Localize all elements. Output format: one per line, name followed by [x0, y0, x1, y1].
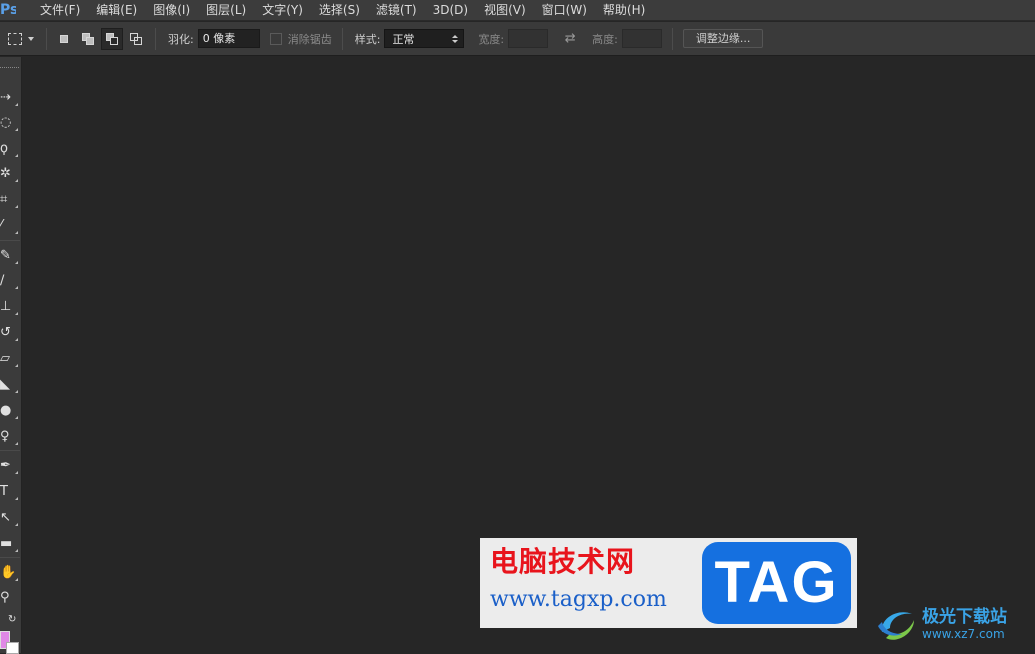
history-brush-tool-icon[interactable]: ↺	[0, 322, 20, 344]
options-bar: 羽化: 0 像素 消除锯齿 样式: 正常 宽度: ⇄ 高度: 调整边缘...	[0, 22, 1035, 56]
new-selection-button[interactable]	[53, 28, 75, 50]
eraser-tool-icon[interactable]: ▱	[0, 348, 20, 370]
tool-preset-picker[interactable]	[8, 27, 40, 51]
menu-help[interactable]: 帮助(H)	[595, 0, 653, 21]
magic-wand-tool-icon[interactable]: ✲	[0, 163, 20, 185]
pen-tool-icon[interactable]: ✒	[0, 455, 20, 477]
watermark-text: 电脑技术网 www.tagxp.com	[480, 538, 700, 628]
background-color-swatch[interactable]	[6, 642, 19, 654]
healing-brush-tool-icon[interactable]: ✎	[0, 245, 20, 267]
intersect-selection-button[interactable]	[125, 28, 147, 50]
width-input[interactable]	[508, 29, 549, 48]
eyedropper-tool-icon[interactable]: ⁄	[0, 215, 20, 237]
menu-filter[interactable]: 滤镜(T)	[368, 0, 425, 21]
new-selection-icon	[58, 33, 70, 45]
menu-image[interactable]: 图像(I)	[145, 0, 198, 21]
aurora-swirl-icon	[878, 612, 914, 640]
move-tool-icon[interactable]: ⇢	[0, 87, 20, 109]
style-select[interactable]: 正常	[384, 29, 465, 48]
antialias-checkbox[interactable]	[269, 32, 282, 45]
clone-stamp-tool-icon[interactable]: ⊥	[0, 296, 20, 318]
divider	[46, 27, 47, 50]
chevron-down-icon	[28, 36, 34, 41]
marquee-tool-icon[interactable]: ◌	[0, 112, 20, 134]
swap-colors-icon[interactable]: ↻	[0, 609, 20, 631]
lasso-tool-icon[interactable]: ϙ	[0, 138, 20, 160]
intersect-selection-icon	[130, 32, 142, 45]
crop-tool-icon[interactable]: ⌗	[0, 189, 20, 211]
zoom-tool-icon[interactable]: ⚲	[0, 587, 20, 609]
refine-edge-button[interactable]: 调整边缘...	[682, 29, 764, 48]
hand-tool-icon[interactable]: ✋	[0, 562, 20, 584]
menu-layer[interactable]: 图层(L)	[198, 0, 254, 21]
type-tool-icon[interactable]: T	[0, 481, 20, 503]
add-to-selection-button[interactable]	[77, 28, 99, 50]
watermark-cn-title: 电脑技术网	[490, 545, 636, 578]
blur-tool-icon[interactable]: ●	[0, 400, 20, 422]
watermark-tagxp: 电脑技术网 www.tagxp.com TAG	[480, 538, 857, 628]
antialias-label: 消除锯齿	[287, 32, 332, 46]
feather-label: 羽化:	[168, 32, 194, 46]
menu-window[interactable]: 窗口(W)	[534, 0, 595, 21]
subtract-selection-icon	[106, 32, 118, 45]
divider	[341, 27, 343, 50]
width-label: 宽度:	[478, 32, 505, 46]
menu-3d[interactable]: 3D(D)	[425, 0, 476, 21]
menu-file[interactable]: 文件(F)	[32, 0, 88, 21]
menu-view[interactable]: 视图(V)	[476, 0, 534, 21]
divider	[671, 27, 673, 50]
menu-edit[interactable]: 编辑(E)	[88, 0, 145, 21]
toolbox: ⇢ ◌ ϙ ✲ ⌗ ⁄ ✎ ∕ ⊥ ↺ ▱ ◣ ● ♀ ✒ T ↖ ▬ ✋ ⚲ …	[0, 57, 22, 654]
height-input[interactable]	[621, 29, 662, 48]
toolbox-divider	[0, 450, 20, 451]
watermark-xz7: 极光下载站 www.xz7.com	[876, 600, 1035, 650]
height-label: 高度:	[592, 32, 618, 46]
toolbox-divider	[0, 240, 20, 241]
style-select-value: 正常	[392, 32, 415, 46]
menu-type[interactable]: 文字(Y)	[254, 0, 311, 21]
toolbox-grip[interactable]	[0, 67, 19, 85]
rectangle-tool-icon[interactable]: ▬	[0, 533, 20, 555]
style-label: 样式:	[354, 32, 381, 46]
paint-bucket-tool-icon[interactable]: ◣	[0, 374, 20, 396]
dodge-tool-icon[interactable]: ♀	[0, 426, 20, 448]
watermark-side-name: 极光下载站	[922, 607, 1007, 627]
divider	[155, 27, 156, 50]
select-arrows-icon	[452, 34, 459, 43]
swap-width-height-icon[interactable]: ⇄	[560, 31, 580, 46]
menu-select[interactable]: 选择(S)	[311, 0, 368, 21]
subtract-from-selection-button[interactable]	[101, 27, 123, 50]
watermark-side-url: www.xz7.com	[922, 627, 1005, 641]
path-selection-tool-icon[interactable]: ↖	[0, 507, 20, 529]
feather-input[interactable]: 0 像素	[197, 29, 260, 48]
menu-bar: Ps 文件(F) 编辑(E) 图像(I) 图层(L) 文字(Y) 选择(S) 滤…	[0, 0, 1035, 21]
watermark-tag-logo: TAG	[702, 542, 851, 624]
watermark-url: www.tagxp.com	[490, 587, 667, 612]
photoshop-logo: Ps	[0, 1, 16, 18]
toolbox-divider	[0, 557, 20, 558]
rectangular-marquee-icon	[8, 32, 22, 45]
add-selection-icon	[82, 32, 94, 45]
brush-tool-icon[interactable]: ∕	[0, 270, 20, 292]
